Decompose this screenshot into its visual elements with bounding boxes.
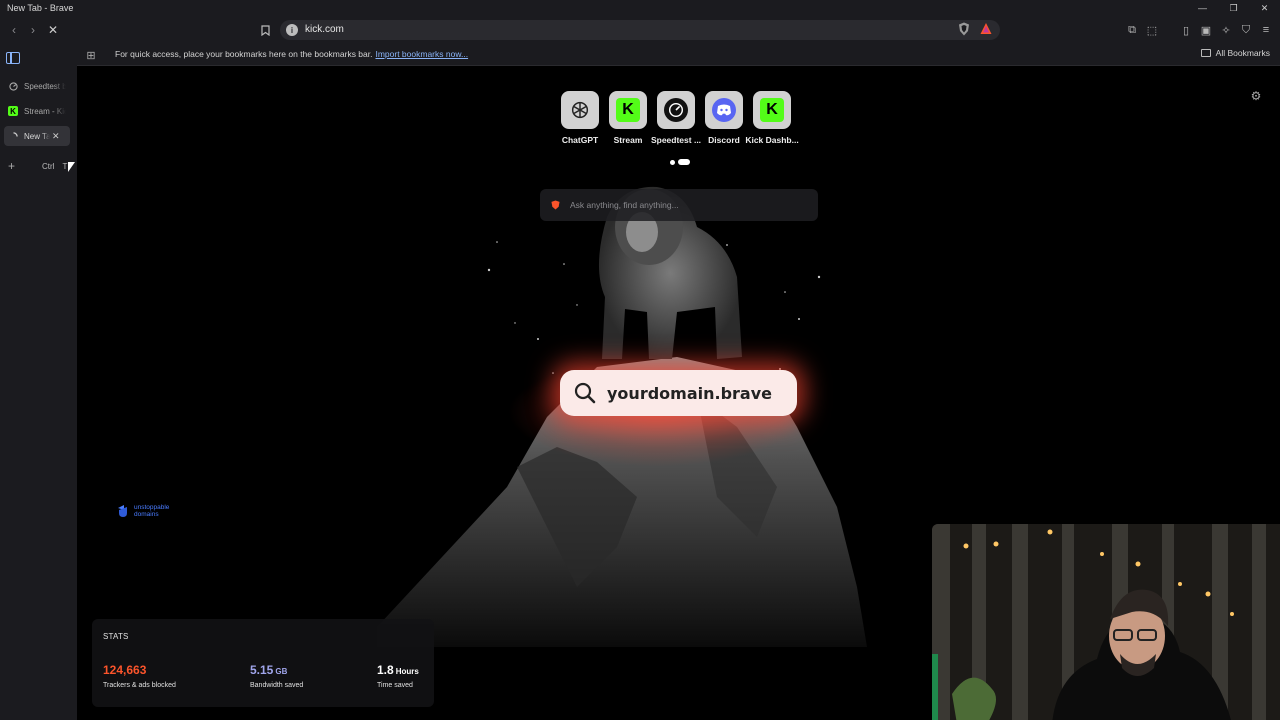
tab-label: New Tab xyxy=(24,131,50,141)
top-site-tile: K xyxy=(753,91,791,129)
top-sites-pagination xyxy=(670,159,690,165)
menu-icon[interactable]: ≡ xyxy=(1258,22,1274,38)
kick-icon: K xyxy=(8,106,18,116)
stats-widget: STATS 124,663 Trackers & ads blocked 5.1… xyxy=(92,619,434,707)
stat-time: 1.8 Hours Time saved xyxy=(377,661,419,689)
top-site-stream[interactable]: K Stream xyxy=(609,91,647,145)
stat-value: 1.8 xyxy=(377,663,394,677)
all-bookmarks-label: All Bookmarks xyxy=(1215,48,1270,58)
mouse-cursor-icon xyxy=(68,162,75,172)
forward-icon[interactable]: › xyxy=(25,22,41,38)
site-info-icon[interactable]: i xyxy=(286,24,298,36)
tab-label: Speedtest by Ookla xyxy=(24,81,66,91)
top-site-label: ChatGPT xyxy=(561,135,599,145)
brave-rewards-icon[interactable] xyxy=(980,22,992,36)
top-site-label: Stream xyxy=(613,135,643,145)
back-icon[interactable]: ‹ xyxy=(6,22,22,38)
title-bar: New Tab - Brave — ❐ ✕ xyxy=(0,0,1280,16)
stat-unit: GB xyxy=(275,667,288,676)
top-site-kick-dashboard[interactable]: K Kick Dashb... xyxy=(745,91,799,145)
import-bookmarks-link[interactable]: Import bookmarks now... xyxy=(375,49,468,59)
speedtest-icon xyxy=(8,81,18,91)
minimize-icon[interactable]: — xyxy=(1187,0,1218,16)
stop-loading-icon[interactable]: ✕ xyxy=(45,22,61,38)
top-site-discord[interactable]: Discord xyxy=(705,91,743,145)
window-controls: — ❐ ✕ xyxy=(1187,0,1280,16)
sidebar-toggle-icon[interactable]: ▯ xyxy=(1178,22,1194,38)
top-site-tile: K xyxy=(609,91,647,129)
new-tab-button[interactable]: + Ctrl T xyxy=(8,159,67,173)
sponsor-logo[interactable]: unstoppable domains xyxy=(117,504,184,518)
bookmarks-bar: ⊞ For quick access, place your bookmarks… xyxy=(77,44,1280,66)
toolbar-right-icons: ⧉ ⬚ ▯ ▣ ✧ ⛉ ≡ xyxy=(1124,22,1274,38)
tab-speedtest[interactable]: Speedtest by Ookla xyxy=(4,76,70,96)
plus-icon: + xyxy=(8,159,16,173)
search-box[interactable] xyxy=(540,189,818,221)
stat-value: 5.15 xyxy=(250,663,274,677)
domain-text: yourdomain.brave xyxy=(607,383,772,403)
discord-icon xyxy=(712,98,736,122)
address-bar[interactable]: i kick.com xyxy=(280,20,1000,40)
top-site-label: Speedtest ... xyxy=(650,135,702,145)
kick-icon: K xyxy=(760,98,784,122)
stat-label: Bandwidth saved xyxy=(250,682,304,689)
top-site-tile xyxy=(657,91,695,129)
leo-ai-icon[interactable]: ✧ xyxy=(1218,22,1234,38)
stat-label: Time saved xyxy=(377,682,413,689)
search-input[interactable] xyxy=(570,200,790,210)
close-tab-icon[interactable]: ✕ xyxy=(52,131,60,142)
top-site-label: Discord xyxy=(708,135,740,145)
bookmarks-hint-text: For quick access, place your bookmarks h… xyxy=(115,49,373,59)
shortcut-key: T xyxy=(62,161,68,171)
restore-icon[interactable]: ❐ xyxy=(1218,0,1249,16)
close-window-icon[interactable]: ✕ xyxy=(1249,0,1280,16)
brave-shields-icon[interactable] xyxy=(958,22,970,36)
vertical-tabs-sidebar: Speedtest by Ookla K Stream - Kick New T… xyxy=(0,44,77,720)
top-site-tile xyxy=(561,91,599,129)
new-tab-page: ⚙ ChatGPT K Stream Speedtest ... Discord… xyxy=(77,67,1280,720)
shortcut-key: Ctrl xyxy=(42,161,55,171)
chatgpt-icon xyxy=(568,98,592,122)
top-sites: ChatGPT K Stream Speedtest ... Discord K… xyxy=(561,91,799,145)
window-title: New Tab - Brave xyxy=(7,3,74,13)
loading-icon xyxy=(8,131,18,141)
speedtest-icon xyxy=(664,98,688,122)
stat-bandwidth: 5.15 GB Bandwidth saved xyxy=(250,661,303,689)
unstoppable-domains-logo-icon xyxy=(118,505,127,517)
stats-heading: STATS xyxy=(103,632,129,641)
url-text[interactable]: kick.com xyxy=(305,24,344,35)
toolbar: ‹ › ✕ i kick.com ⧉ ⬚ ▯ ▣ ✧ ⛉ ≡ xyxy=(0,16,1280,44)
stat-unit: Hours xyxy=(395,667,419,676)
top-site-speedtest[interactable]: Speedtest ... xyxy=(651,91,701,145)
apps-grid-icon[interactable]: ⊞ xyxy=(84,48,98,62)
webcam-overlay xyxy=(932,524,1280,720)
tab-new-tab[interactable]: New Tab ✕ xyxy=(4,126,70,146)
top-site-chatgpt[interactable]: ChatGPT xyxy=(561,91,599,145)
stat-label: Trackers & ads blocked xyxy=(103,682,176,689)
vpn-icon[interactable]: ⛉ xyxy=(1238,22,1254,38)
folder-icon xyxy=(1200,49,1211,57)
bookmarks-hint: For quick access, place your bookmarks h… xyxy=(115,49,468,59)
kick-icon: K xyxy=(616,98,640,122)
webcam-feed-image xyxy=(932,524,1280,720)
customize-gear-icon[interactable]: ⚙ xyxy=(1250,89,1262,103)
wallet-icon[interactable]: ▣ xyxy=(1198,22,1214,38)
top-site-label: Kick Dashb... xyxy=(745,135,799,145)
stat-trackers: 124,663 Trackers & ads blocked xyxy=(103,661,176,689)
brave-search-logo-icon xyxy=(551,200,560,210)
extensions-icon[interactable]: ⧉ xyxy=(1124,22,1140,38)
tab-label: Stream - Kick xyxy=(24,106,66,116)
downloads-icon[interactable]: ⬚ xyxy=(1144,22,1160,38)
top-site-tile xyxy=(705,91,743,129)
vertical-tabs-toggle-icon[interactable] xyxy=(6,52,20,64)
sponsor-text: unstoppable domains xyxy=(134,504,170,518)
domain-banner: yourdomain.brave xyxy=(560,370,797,416)
page-dot[interactable] xyxy=(670,159,675,165)
magnifier-icon xyxy=(574,382,596,404)
tab-kick-stream[interactable]: K Stream - Kick xyxy=(4,101,70,121)
bookmark-icon[interactable] xyxy=(257,22,273,38)
stat-value: 124,663 xyxy=(103,663,147,677)
all-bookmarks-button[interactable]: All Bookmarks xyxy=(1200,48,1270,58)
page-dot-active[interactable] xyxy=(678,159,690,165)
